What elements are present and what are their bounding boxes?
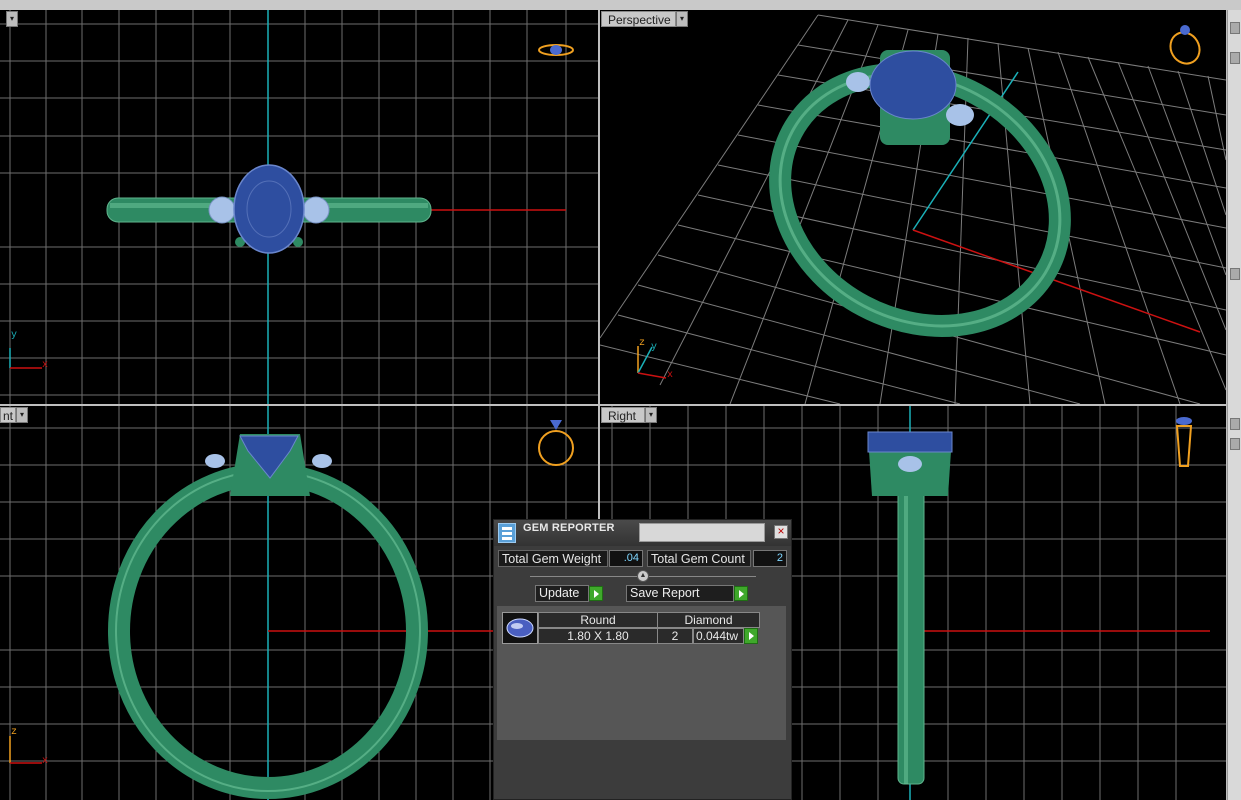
center-gem-top xyxy=(233,164,305,254)
gem-reporter-panel: GEM REPORTER × Total Gem Weight .04 Tota… xyxy=(493,519,792,800)
update-play-icon[interactable] xyxy=(589,586,603,601)
toolbar-item[interactable] xyxy=(1230,22,1240,34)
toolbar-item[interactable] xyxy=(1230,268,1240,280)
ring-band-right xyxy=(897,465,925,785)
gem-shape-cell: Round xyxy=(538,612,658,628)
toolbar-item[interactable] xyxy=(1230,438,1240,450)
side-gem-left xyxy=(208,196,236,224)
viewport-perspective[interactable]: Perspective ▾ z y x xyxy=(600,10,1226,404)
viewport-label-right[interactable]: Right xyxy=(601,407,645,423)
axis-label-x: x xyxy=(667,370,674,381)
gem-thumbnail-icon xyxy=(502,612,538,644)
viewport-menu-button[interactable]: ▾ xyxy=(16,407,28,423)
axis-label-y: y xyxy=(11,330,18,341)
titlebar-drag-area[interactable] xyxy=(639,523,765,542)
axis-label-x: x xyxy=(42,756,49,767)
total-gem-weight-value: .04 xyxy=(609,550,643,567)
viewport-label-perspective[interactable]: Perspective xyxy=(601,11,676,27)
viewport-menu-button[interactable]: ▾ xyxy=(6,11,18,27)
top-grid xyxy=(0,10,598,404)
right-toolbar xyxy=(1227,10,1241,800)
save-report-button[interactable]: Save Report xyxy=(626,585,734,602)
axis-label-z: z xyxy=(639,338,646,349)
viewport-top[interactable]: ▾ y x xyxy=(0,10,598,404)
total-gem-weight-label: Total Gem Weight xyxy=(498,550,608,567)
view-nav-icon[interactable] xyxy=(1175,417,1193,467)
axis-label-z: z xyxy=(11,727,18,738)
gem-details-play-icon[interactable] xyxy=(744,628,758,644)
panel-footer xyxy=(494,741,791,799)
total-gem-count-value: 2 xyxy=(753,550,787,567)
update-button[interactable]: Update xyxy=(535,585,589,602)
collapse-icon[interactable]: ▲ xyxy=(637,570,649,582)
top-strip xyxy=(0,0,1241,10)
view-nav-icon[interactable] xyxy=(538,420,574,466)
close-button[interactable]: × xyxy=(774,525,788,539)
toolbar-item[interactable] xyxy=(1230,52,1240,64)
toolbar-item[interactable] xyxy=(1230,418,1240,430)
axis-label-x: x xyxy=(42,360,49,371)
gem-reporter-titlebar[interactable]: GEM REPORTER × xyxy=(494,520,791,546)
side-gem-right xyxy=(302,196,330,224)
total-gem-count-label: Total Gem Count xyxy=(647,550,751,567)
center-gem-right xyxy=(867,431,953,453)
perspective-grid xyxy=(600,14,1226,404)
viewport-label-front[interactable]: nt xyxy=(0,407,16,423)
viewport-menu-button[interactable]: ▾ xyxy=(645,407,657,423)
center-gem-perspective xyxy=(869,50,957,120)
viewport-menu-button[interactable]: ▾ xyxy=(676,11,688,27)
view-nav-icon[interactable] xyxy=(538,44,574,56)
save-report-play-icon[interactable] xyxy=(734,586,748,601)
gem-size-cell: 1.80 X 1.80 xyxy=(538,628,658,644)
gem-weight-cell: 0.044tw xyxy=(693,628,744,644)
gem-material-cell: Diamond xyxy=(657,612,760,628)
gem-reporter-title: GEM REPORTER xyxy=(523,522,615,534)
report-icon xyxy=(498,523,516,543)
axis-label-y: y xyxy=(651,342,658,353)
gem-count-cell: 2 xyxy=(657,628,693,644)
view-nav-icon[interactable] xyxy=(1165,25,1205,69)
